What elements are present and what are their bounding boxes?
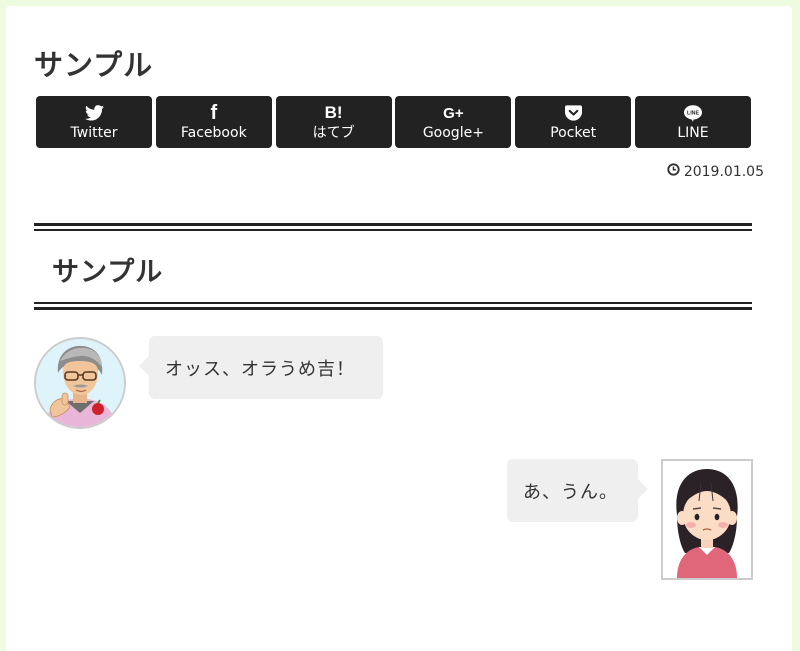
clock-icon: [667, 163, 680, 180]
twitter-icon: [84, 103, 104, 123]
google-plus-share-button[interactable]: G+ Google+: [395, 96, 512, 148]
share-label: LINE: [677, 125, 709, 141]
chat-bubble-right: あ、うん。: [507, 459, 648, 522]
line-share-button[interactable]: LINE LINE: [634, 96, 751, 148]
share-label: はてブ: [312, 125, 355, 141]
heading-rule-top-inner: [34, 229, 752, 231]
share-label: Twitter: [70, 125, 118, 141]
heading-rule-top: [34, 223, 752, 226]
heading-rule-bottom-inner: [34, 302, 752, 304]
facebook-icon: f: [210, 101, 218, 124]
twitter-share-button[interactable]: Twitter: [36, 96, 152, 148]
woman-avatar: [661, 459, 753, 580]
chat-message: あ、うん。: [523, 481, 618, 503]
pocket-icon: [564, 103, 582, 123]
chat-bubble-left: オッス、オラうめ吉！: [139, 336, 383, 399]
line-icon-text: LINE: [687, 110, 699, 116]
man-with-glasses-avatar: [34, 337, 126, 429]
hatena-bookmark-share-button[interactable]: B! はてブ: [275, 96, 392, 148]
page-title: サンプル: [34, 48, 154, 82]
google-plus-icon: G+: [443, 104, 464, 122]
post-date-text: 2019.01.05: [683, 163, 764, 180]
share-label: Pocket: [550, 125, 597, 141]
section-heading: サンプル: [52, 257, 164, 288]
share-label: Facebook: [180, 125, 247, 141]
share-label: Google+: [422, 125, 484, 141]
line-icon: LINE: [683, 103, 702, 123]
share-buttons: Twitter f Facebook B! はてブ G+ Google+ Poc…: [36, 96, 751, 148]
post-date: 2019.01.05: [667, 163, 764, 180]
hatena-bookmark-icon: B!: [324, 103, 343, 122]
chat-message: オッス、オラうめ吉！: [165, 358, 355, 380]
heading-rule-bottom: [34, 307, 752, 310]
facebook-share-button[interactable]: f Facebook: [155, 96, 272, 148]
pocket-share-button[interactable]: Pocket: [515, 96, 632, 148]
